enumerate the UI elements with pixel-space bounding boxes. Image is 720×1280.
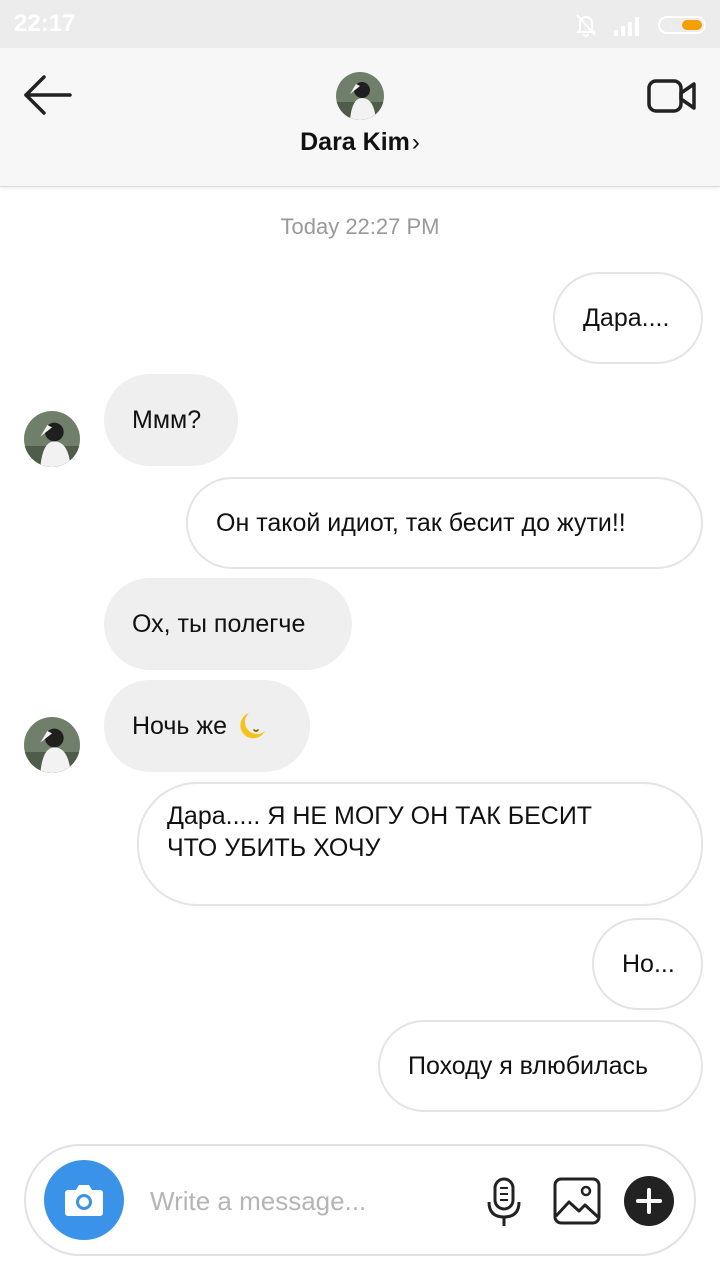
message-text: Ночь же bbox=[132, 712, 228, 740]
status-time: 22:17 bbox=[14, 10, 76, 37]
avatar-image bbox=[24, 717, 80, 773]
status-bar: 22:17 bbox=[0, 0, 720, 48]
camera-button[interactable] bbox=[44, 1160, 124, 1240]
outgoing-message[interactable]: Дара.... bbox=[553, 272, 703, 364]
incoming-message[interactable]: Ночь же bbox=[104, 680, 310, 772]
battery-level bbox=[682, 20, 702, 30]
message-input[interactable] bbox=[148, 1176, 462, 1226]
bell-off-icon bbox=[575, 14, 597, 37]
outgoing-message[interactable]: Он такой идиот, так бесит до жути!! bbox=[186, 477, 703, 569]
plus-button[interactable] bbox=[624, 1176, 674, 1226]
message-text: Ммм? bbox=[132, 406, 202, 434]
message-text: Дара.... bbox=[583, 304, 670, 332]
gallery-icon[interactable] bbox=[552, 1176, 602, 1226]
video-call-icon[interactable] bbox=[646, 76, 698, 116]
avatar-image bbox=[24, 411, 80, 467]
incoming-message[interactable]: Ммм? bbox=[104, 374, 238, 466]
header-avatar[interactable] bbox=[336, 72, 384, 120]
contact-name[interactable]: Dara Kim› bbox=[0, 128, 720, 157]
plus-icon bbox=[636, 1188, 662, 1214]
battery-icon bbox=[658, 16, 706, 34]
status-icons bbox=[574, 12, 706, 38]
chevron-right-icon: › bbox=[411, 129, 420, 156]
outgoing-message[interactable]: Но... bbox=[592, 918, 703, 1010]
message-text: Походу я влюбилась bbox=[408, 1052, 649, 1080]
back-arrow-icon[interactable] bbox=[20, 70, 76, 120]
contact-name-text: Dara Kim bbox=[300, 128, 410, 156]
avatar-image bbox=[336, 72, 384, 120]
message-text: Дара..... Я НЕ МОГУ ОН ТАК БЕСИТ ЧТО УБИ… bbox=[167, 802, 593, 862]
sender-avatar[interactable] bbox=[24, 411, 80, 467]
outgoing-message[interactable]: Дара..... Я НЕ МОГУ ОН ТАК БЕСИТ ЧТО УБИ… bbox=[137, 782, 703, 906]
sender-avatar[interactable] bbox=[24, 717, 80, 773]
camera-icon bbox=[65, 1185, 103, 1216]
message-composer bbox=[24, 1144, 696, 1256]
message-text: Но... bbox=[622, 950, 675, 978]
incoming-message[interactable]: Ох, ты полегче bbox=[104, 578, 352, 670]
chat-timestamp: Today 22:27 PM bbox=[280, 214, 440, 239]
signal-icon bbox=[614, 17, 639, 36]
chat-header: Dara Kim› bbox=[0, 48, 720, 187]
message-text: Ох, ты полегче bbox=[132, 610, 306, 638]
moon-emoji bbox=[240, 713, 266, 739]
message-text: Он такой идиот, так бесит до жути!! bbox=[216, 509, 626, 537]
outgoing-message[interactable]: Походу я влюбилась bbox=[378, 1020, 703, 1112]
microphone-icon[interactable] bbox=[484, 1176, 524, 1228]
